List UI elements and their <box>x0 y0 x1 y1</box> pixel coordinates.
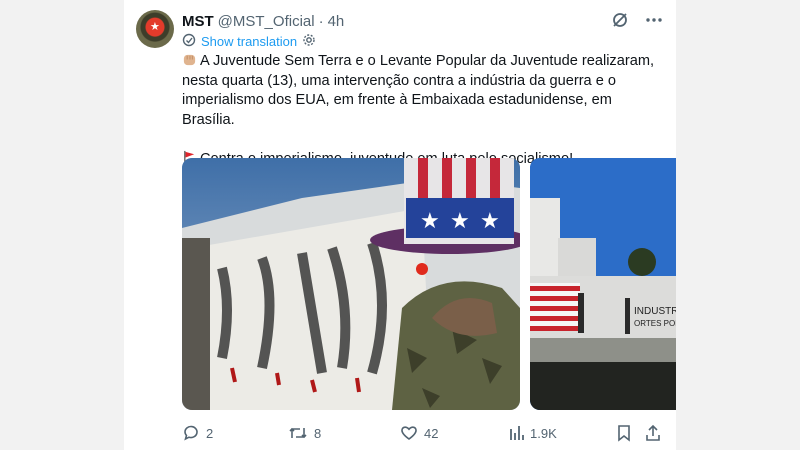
gear-icon[interactable] <box>302 33 316 50</box>
svg-text:★: ★ <box>450 208 470 233</box>
author-name[interactable]: MST <box>182 13 214 30</box>
photo-embassy-wall[interactable]: INDUSTR ORTES POR <box>530 158 676 410</box>
views-button[interactable]: 1.9K <box>508 424 557 442</box>
timestamp[interactable]: 4h <box>328 13 345 30</box>
tweet-text: A Juventude Sem Terra e o Levante Popula… <box>182 52 662 169</box>
like-button[interactable]: 42 <box>400 424 438 442</box>
svg-text:★: ★ <box>420 208 440 233</box>
media-gallery: ★ ★ ★ INDUSTR ORTES POR <box>182 158 676 410</box>
views-count: 1.9K <box>530 425 557 441</box>
author-handle[interactable]: @MST_Oficial <box>218 13 315 30</box>
avatar[interactable]: ★ <box>136 10 174 48</box>
tweet-line-2: nesta quarta (13), uma intervenção contr… <box>182 72 617 89</box>
left-background <box>0 0 124 450</box>
share-button[interactable] <box>644 424 662 442</box>
reply-button[interactable]: 2 <box>182 424 213 442</box>
tweet-line-3: imperialismo dos EUA, em frente à Embaix… <box>182 92 612 128</box>
tweet-line-1: A Juventude Sem Terra e o Levante Popula… <box>200 53 655 69</box>
tweet-card[interactable]: ★ MST @MST_Oficial · 4h Show translation… <box>124 0 676 450</box>
bookmark-icon <box>618 425 630 442</box>
wall-sign-text-2: ORTES POR <box>634 319 676 328</box>
more-icon[interactable] <box>644 10 664 30</box>
like-count: 42 <box>424 425 439 441</box>
bookmark-button[interactable] <box>616 424 632 442</box>
wall-sign-text-1: INDUSTR <box>634 306 676 317</box>
show-translation-link[interactable]: Show translation <box>182 33 316 50</box>
photo-protest-banner[interactable]: ★ ★ ★ <box>182 158 520 410</box>
share-icon <box>646 424 660 441</box>
show-translation-label[interactable]: Show translation <box>201 34 297 49</box>
retweet-count: 8 <box>314 425 322 441</box>
separator: · <box>318 12 324 30</box>
retweet-button[interactable]: 8 <box>288 424 321 442</box>
heart-icon <box>401 426 417 440</box>
right-background <box>676 0 800 450</box>
tweet-actions: 2 8 42 1.9K <box>182 424 672 444</box>
reply-count: 2 <box>206 425 214 441</box>
translate-icon <box>182 33 196 50</box>
svg-text:★: ★ <box>480 208 500 233</box>
grok-icon[interactable] <box>610 10 630 30</box>
raised-fist-emoji <box>183 54 196 66</box>
reply-icon <box>184 425 198 441</box>
views-icon <box>510 426 524 440</box>
retweet-icon <box>289 427 307 439</box>
tweet-header: MST @MST_Oficial · 4h <box>182 12 664 30</box>
